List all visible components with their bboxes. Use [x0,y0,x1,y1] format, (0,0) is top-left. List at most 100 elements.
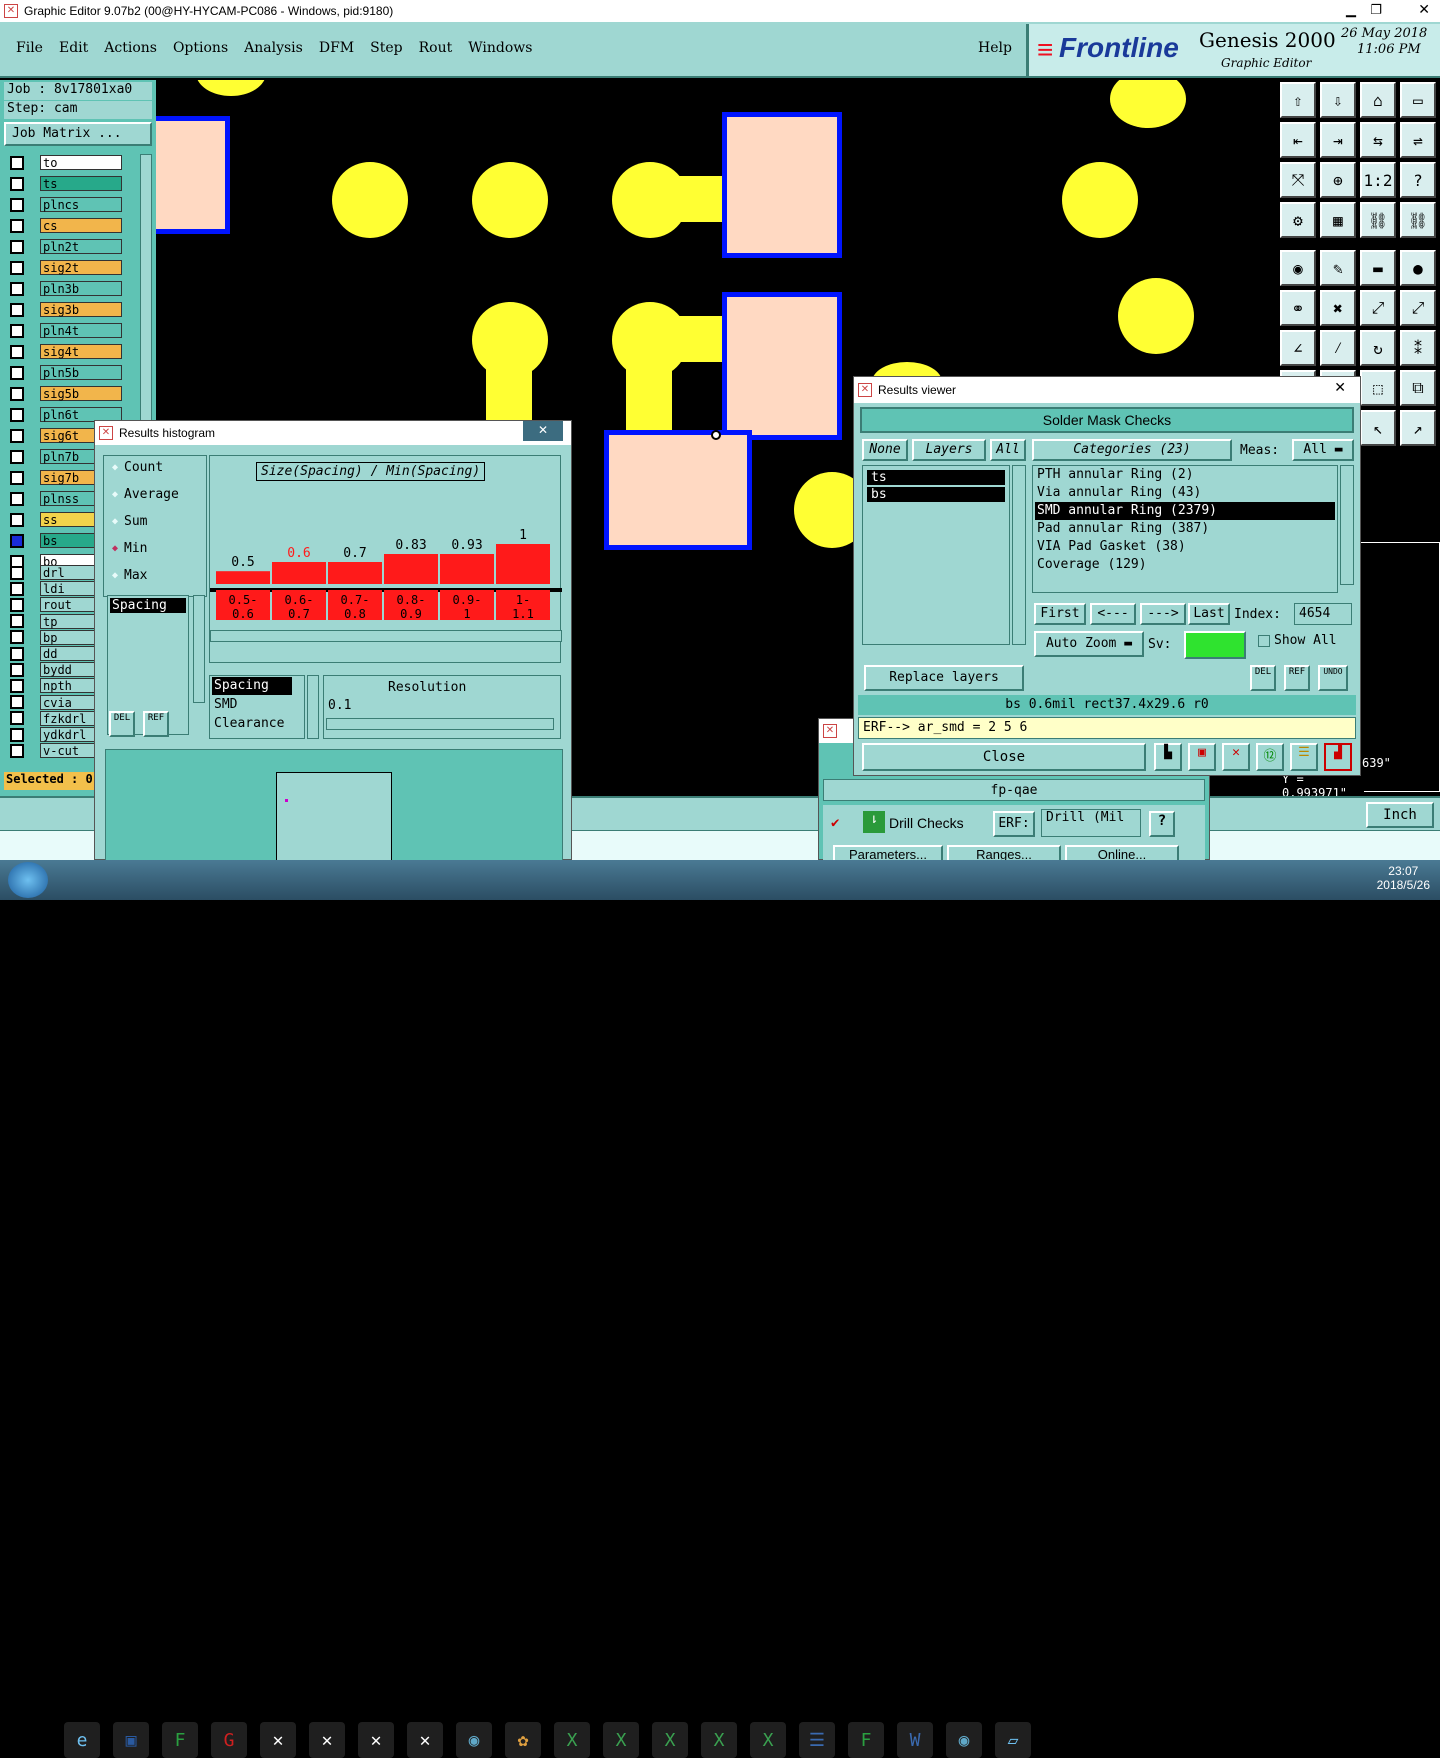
layer-name[interactable]: cs [40,218,122,233]
home-icon[interactable]: ⌂ [1360,82,1396,118]
layer-row[interactable]: sig5b [10,385,122,402]
layer-checkbox[interactable] [10,743,24,758]
rotate-icon[interactable]: ↻ [1360,330,1396,366]
layer-checkbox[interactable] [10,176,24,191]
resolution-slider[interactable] [326,718,554,730]
radio-icon[interactable]: ◆ [112,516,118,527]
histogram-bar[interactable] [384,554,438,584]
type-scrollbar[interactable] [307,675,319,739]
histogram-icon[interactable]: ▟ [1324,743,1352,771]
layer-checkbox[interactable] [10,302,24,317]
layer-checkbox[interactable] [10,565,24,580]
menu-options[interactable]: Options [173,40,228,56]
layer-checkbox[interactable] [10,281,24,296]
close-icon[interactable]: ✕ [523,421,563,441]
genesis-icon[interactable]: ✕ [260,1722,296,1758]
chart-scrollbar[interactable] [210,630,562,642]
move2-icon[interactable]: ⤢ [1400,290,1436,326]
layer-checkbox[interactable] [10,614,24,629]
doc-icon[interactable]: ☰ [799,1722,835,1758]
minimize-icon[interactable]: ▁ [1346,2,1356,18]
connect-icon[interactable]: ⚭ [1280,290,1316,326]
numbers-icon[interactable]: ⑫ [1256,743,1284,771]
genesis-icon[interactable]: ✕ [309,1722,345,1758]
layer-checkbox[interactable] [10,630,24,645]
sv-color-picker[interactable] [1184,631,1246,659]
network-icon[interactable]: ◉ [946,1722,982,1758]
edit-icon[interactable]: ✎ [1320,250,1356,286]
layer-checkbox[interactable] [10,646,24,661]
layer-checkbox[interactable] [10,344,24,359]
last-button[interactable]: Last [1188,603,1230,625]
ref-button[interactable]: REF [1284,665,1310,691]
board-icon[interactable]: ▣ [1188,743,1216,771]
menu-edit[interactable]: Edit [59,40,88,56]
layer-checkbox[interactable] [10,260,24,275]
swap-icon[interactable]: ⇆ [1360,122,1396,158]
window-icon[interactable]: ▭ [1400,82,1436,118]
top-view-icon[interactable]: ⇧ [1280,82,1316,118]
eye-icon[interactable]: ◉ [456,1722,492,1758]
layer-name[interactable]: sig2t [40,260,122,275]
layer-checkbox[interactable] [10,533,24,548]
layer-checkbox[interactable] [10,155,24,170]
job-matrix-button[interactable]: Job Matrix ... [4,122,152,146]
prev-button[interactable]: <--- [1090,603,1136,625]
select-icon[interactable]: ⬚ [1360,370,1396,406]
layer-row[interactable]: cs [10,217,122,234]
close-icon[interactable]: ✕ [1334,379,1346,396]
help-icon[interactable]: ? [1400,162,1436,198]
close-window-icon[interactable]: ✕ [1418,1,1430,18]
layer-checkbox[interactable] [10,695,24,710]
category-item[interactable]: VIA Pad Gasket (38) [1035,538,1335,556]
mode-option[interactable]: ◆ Average [112,487,179,502]
layer-row[interactable]: sig4t [10,343,122,360]
layer-checkbox[interactable] [10,662,24,677]
layer-name[interactable]: sig4t [40,344,122,359]
menu-help[interactable]: Help [978,40,1012,56]
layer-name[interactable]: pln2t [40,239,122,254]
layer-name[interactable]: pln5b [40,365,122,380]
menu-file[interactable]: File [16,40,43,56]
mode-option[interactable]: ◆ Count [112,460,163,475]
checkbox-icon[interactable]: ✔ [831,815,839,831]
unit-selector[interactable]: Inch [1366,802,1434,828]
copy-icon[interactable]: ⧉ [1400,370,1436,406]
net2-icon[interactable]: ⛓ [1400,202,1436,238]
radio-icon[interactable]: ◆ [112,489,118,500]
scale-icon[interactable]: 1:2 [1360,162,1396,198]
center-icon[interactable]: ⊕ [1320,162,1356,198]
index-field[interactable]: 4654 [1294,603,1352,625]
glass-icon[interactable]: ▱ [995,1722,1031,1758]
radio-icon[interactable]: ◆ [112,570,118,581]
layer-row[interactable]: sig3b [10,301,122,318]
layer-checkbox[interactable] [10,727,24,742]
maximize-icon[interactable]: ❐ [1370,2,1382,18]
measure-scrollbar[interactable] [193,595,205,703]
menu-step[interactable]: Step [370,40,402,56]
angle-icon[interactable]: ∠ [1280,330,1316,366]
left-icon[interactable]: ⇤ [1280,122,1316,158]
layer-name[interactable]: ts [40,176,122,191]
layer-item-bs[interactable]: bs [867,487,1005,502]
genesis-icon[interactable]: ✕ [358,1722,394,1758]
measure-type-item[interactable]: Clearance [212,715,302,733]
category-item[interactable]: Coverage (129) [1035,556,1335,574]
menu-actions[interactable]: Actions [104,40,157,56]
layer-checkbox[interactable] [10,491,24,506]
mode-option[interactable]: ◆ Min [112,541,148,556]
next-button[interactable]: ---> [1140,603,1186,625]
layer-checkbox[interactable] [10,365,24,380]
app-f-icon[interactable]: F [162,1722,198,1758]
layer-name[interactable]: pln3b [40,281,122,296]
layer-name[interactable]: sig5b [40,386,122,401]
category-item[interactable]: SMD annular Ring (2379) [1035,502,1335,520]
all-button[interactable]: All [990,439,1026,461]
settings-icon[interactable]: ⚙ [1280,202,1316,238]
layer-checkbox[interactable] [10,197,24,212]
excel-icon[interactable]: X [603,1722,639,1758]
layer-checkbox[interactable] [10,449,24,464]
measure-icon[interactable]: ↗ [1400,410,1436,446]
delete-icon[interactable]: ✖ [1320,290,1356,326]
layer-name[interactable]: plncs [40,197,122,212]
